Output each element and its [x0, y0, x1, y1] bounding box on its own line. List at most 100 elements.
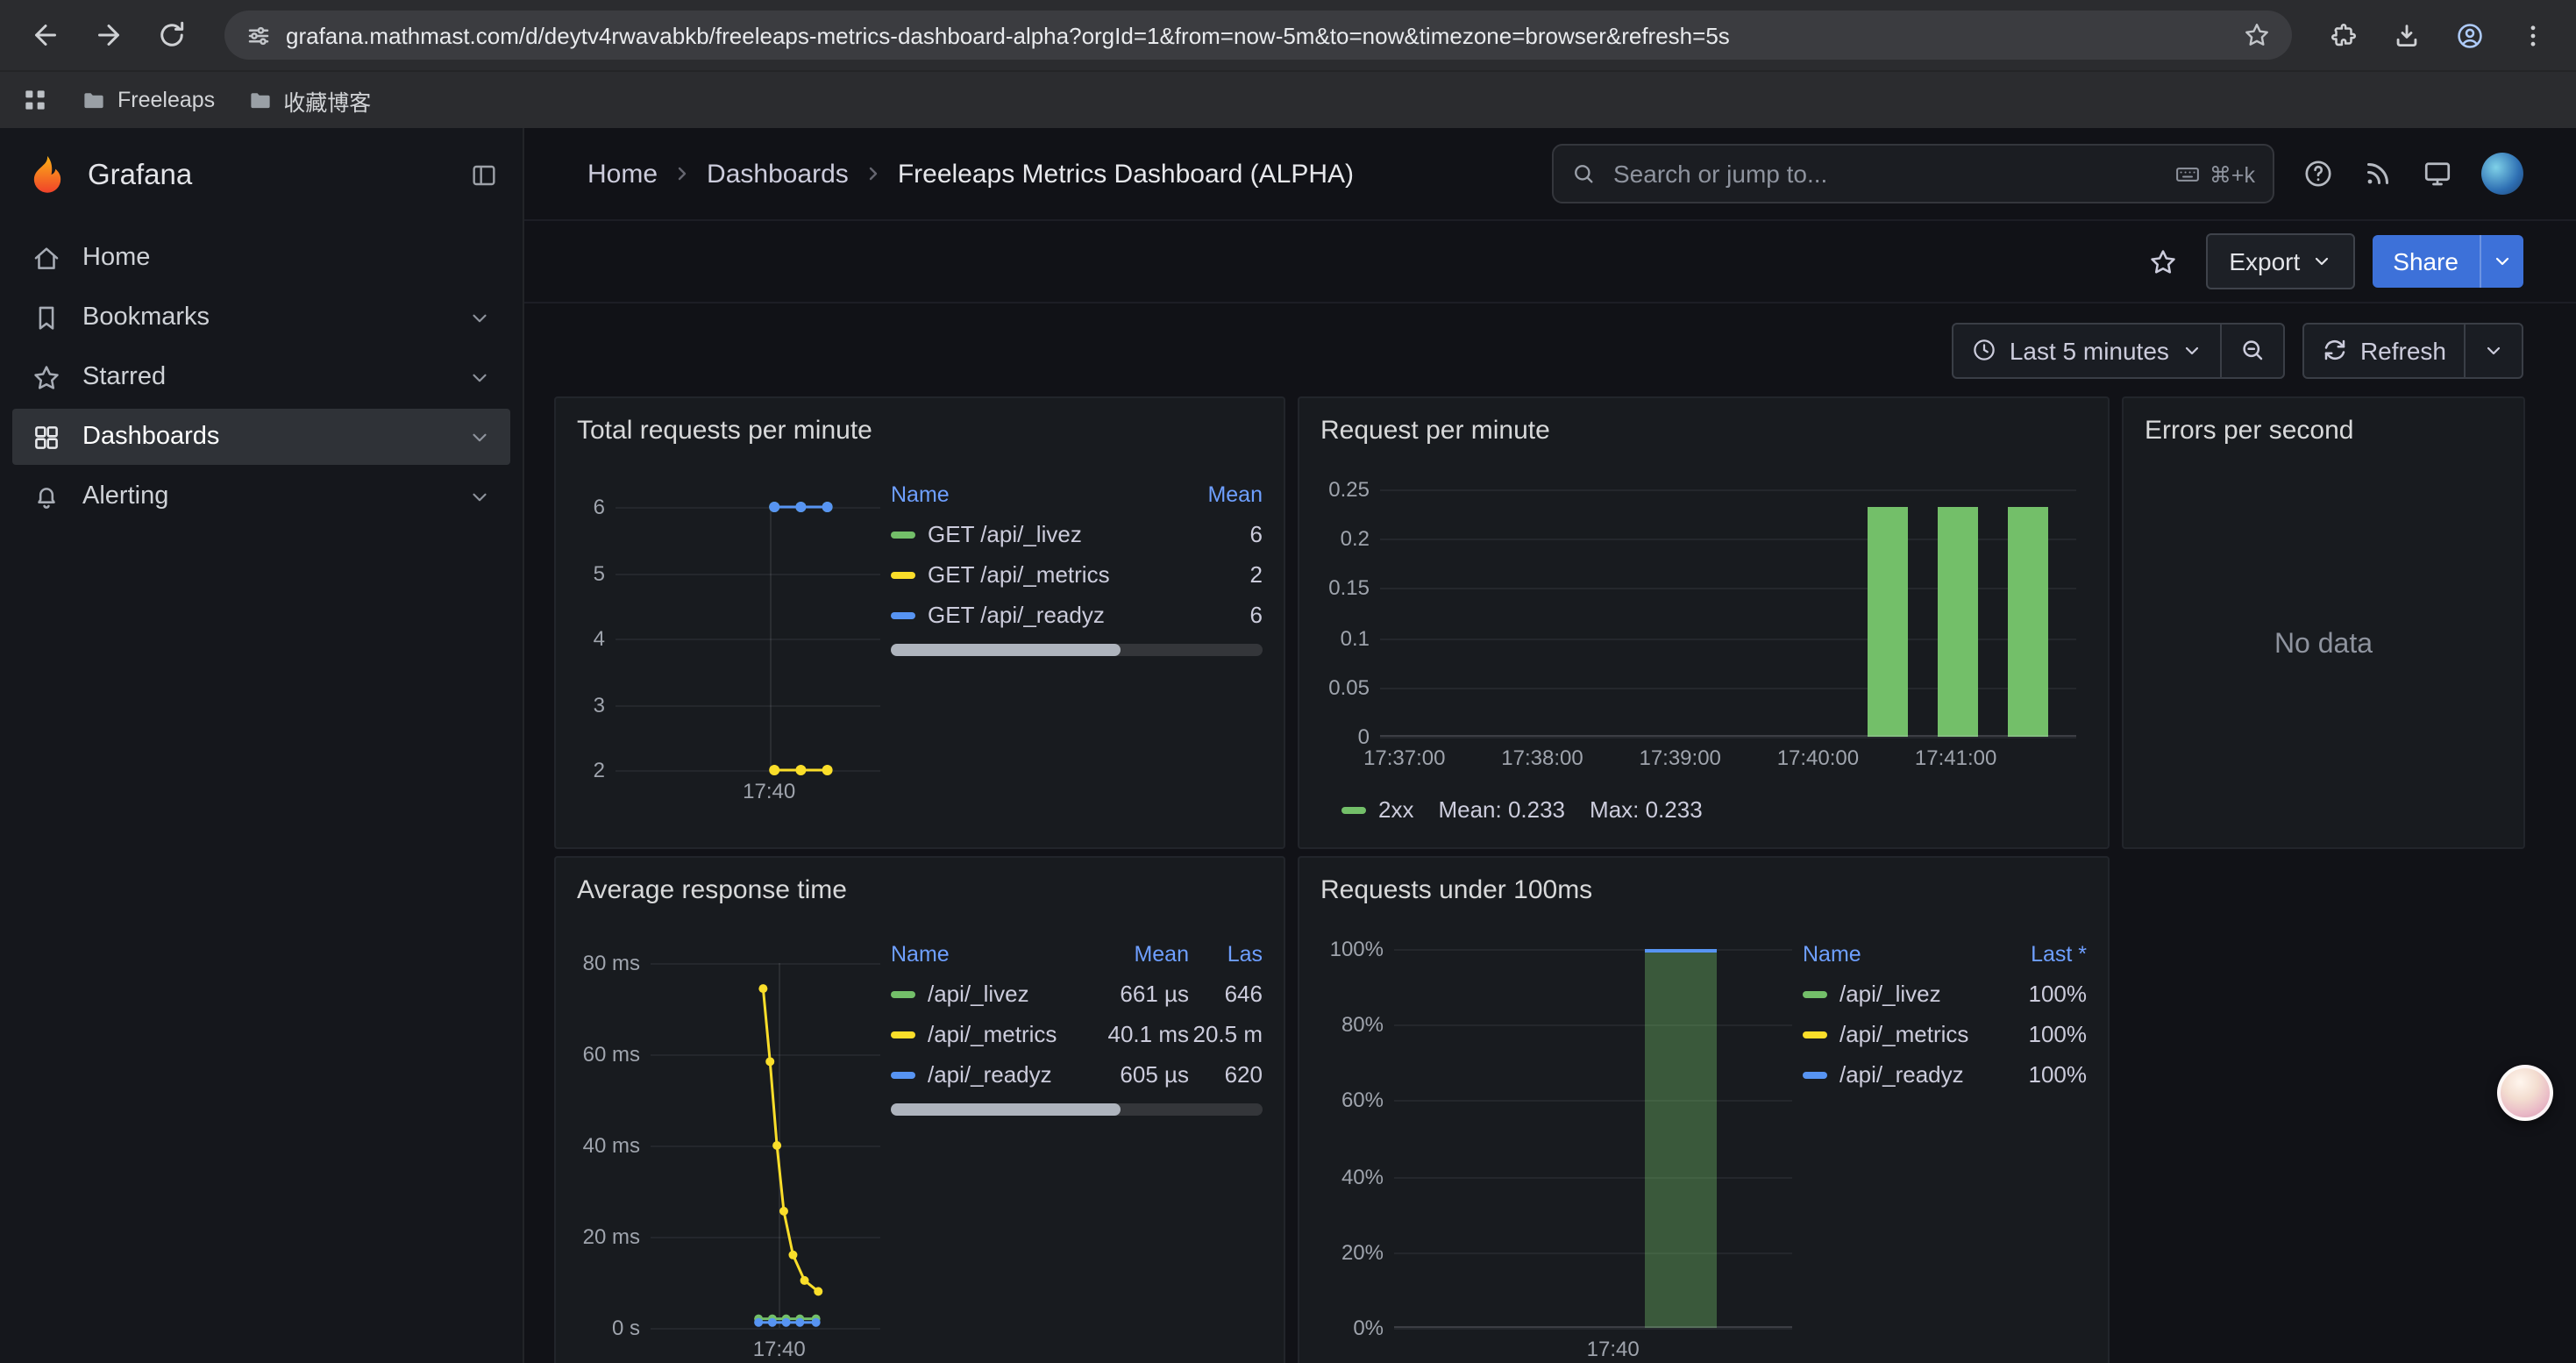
browser-menu-button[interactable] — [2506, 9, 2558, 61]
legend-row[interactable]: /api/_livez 100% — [1803, 974, 2087, 1014]
grafana-logo-icon[interactable] — [25, 153, 70, 198]
y-axis: 65432 — [577, 507, 616, 770]
y-axis: 0.250.20.150.10.050 — [1320, 489, 1380, 737]
chevron-right-icon — [672, 163, 693, 184]
search-input[interactable] — [1610, 158, 2160, 189]
panel-title: Average response time — [577, 872, 1263, 910]
legend-row[interactable]: GET /api/_metrics 2 — [891, 554, 1263, 595]
chevron-down-icon[interactable] — [468, 306, 491, 329]
search-box[interactable]: ⌘+k — [1552, 144, 2274, 203]
legend-row[interactable]: GET /api/_readyz 6 — [891, 595, 1263, 635]
chevron-down-icon[interactable] — [468, 366, 491, 389]
time-range-button[interactable]: Last 5 minutes — [1953, 324, 2220, 376]
breadcrumb-dashboards[interactable]: Dashboards — [707, 159, 849, 189]
dashboard-actions: Export Share — [524, 221, 2576, 303]
apps-grid-icon[interactable] — [21, 86, 49, 114]
zoom-out-button[interactable] — [2220, 324, 2283, 376]
breadcrumb-home[interactable]: Home — [587, 159, 658, 189]
panel-request-per-minute[interactable]: Request per minute 0.250.20.150.10.050 1… — [1298, 396, 2110, 849]
news-rss-icon[interactable] — [2362, 158, 2394, 189]
legend-scrollbar[interactable] — [891, 1103, 1263, 1116]
chevron-down-icon[interactable] — [468, 485, 491, 508]
legend-series[interactable]: 2xx — [1341, 796, 1413, 823]
legend-row[interactable]: /api/_readyz 100% — [1803, 1054, 2087, 1095]
sidebar-item-dashboards[interactable]: Dashboards — [12, 409, 510, 465]
panel-requests-under-100ms[interactable]: Requests under 100ms 100%80%60%40%20%0% … — [1298, 856, 2110, 1363]
sidebar-item-starred[interactable]: Starred — [12, 349, 510, 405]
sidebar-item-home[interactable]: Home — [12, 230, 510, 286]
chevron-down-icon — [2310, 251, 2331, 272]
legend-row[interactable]: /api/_livez 661 µs 646 — [891, 974, 1263, 1014]
legend-table: Name Mean GET /api/_livez 6 GET /api/_me… — [891, 475, 1263, 770]
legend-scrollbar[interactable] — [891, 644, 1263, 656]
search-shortcut: ⌘+k — [2174, 161, 2255, 187]
legend-header: Name Mean Las — [891, 935, 1263, 974]
download-icon — [2391, 20, 2421, 50]
scrollbar-thumb[interactable] — [891, 644, 1121, 656]
sidebar: Grafana Home Bookmarks Starred — [0, 128, 524, 1363]
legend-row[interactable]: /api/_metrics 40.1 ms 20.5 m — [891, 1014, 1263, 1054]
bookmark-folder-blogs[interactable]: 收藏博客 — [246, 83, 371, 117]
back-button[interactable] — [18, 7, 74, 63]
downloads-button[interactable] — [2380, 9, 2432, 61]
time-picker-group: Last 5 minutes — [1952, 322, 2285, 378]
bookmark-folder-freeleaps[interactable]: Freeleaps — [81, 87, 215, 113]
help-icon[interactable] — [2302, 158, 2334, 189]
browser-toolbar: grafana.mathmast.com/d/deytv4rwavabkb/fr… — [0, 0, 2576, 70]
refresh-button[interactable]: Refresh — [2304, 324, 2464, 376]
time-controls: Last 5 minutes Refresh — [524, 303, 2576, 396]
folder-icon — [246, 87, 273, 113]
series-swatch — [891, 571, 915, 578]
extensions-button[interactable] — [2316, 9, 2369, 61]
series-swatch — [891, 990, 915, 997]
sidebar-item-label: Dashboards — [82, 423, 219, 451]
site-info-icon[interactable] — [246, 22, 272, 48]
browser-profile-button[interactable] — [2443, 9, 2495, 61]
legend-max: Max: 0.233 — [1590, 796, 1703, 823]
panel-title: Total requests per minute — [577, 412, 1263, 451]
url-text: grafana.mathmast.com/d/deytv4rwavabkb/fr… — [286, 22, 2229, 48]
refresh-interval-button[interactable] — [2464, 324, 2522, 376]
series-swatch — [891, 1031, 915, 1038]
series-swatch — [1803, 1031, 1827, 1038]
panel-errors-per-second[interactable]: Errors per second No data — [2122, 396, 2525, 849]
bookmark-star-icon[interactable] — [2243, 21, 2271, 49]
url-bar[interactable]: grafana.mathmast.com/d/deytv4rwavabkb/fr… — [224, 11, 2292, 60]
export-button[interactable]: Export — [2206, 233, 2354, 289]
y-axis: 100%80%60%40%20%0% — [1320, 949, 1394, 1328]
panel-title: Errors per second — [2145, 412, 2502, 451]
panel-title: Requests under 100ms — [1320, 872, 2087, 910]
share-button[interactable]: Share — [2372, 235, 2480, 288]
forward-icon — [93, 19, 125, 51]
sidebar-item-label: Starred — [82, 363, 166, 391]
plot-area: 17:40 — [1394, 949, 1792, 1328]
chevron-down-icon[interactable] — [468, 425, 491, 448]
sidebar-item-label: Bookmarks — [82, 303, 210, 332]
legend-row[interactable]: GET /api/_livez 6 — [891, 514, 1263, 554]
refresh-group: Refresh — [2302, 322, 2523, 378]
bell-icon — [32, 482, 61, 511]
legend-row[interactable]: /api/_readyz 605 µs 620 — [891, 1054, 1263, 1095]
legend-header: Name Mean — [891, 475, 1263, 514]
export-label: Export — [2229, 247, 2300, 275]
no-data-message: No data — [2145, 630, 2502, 661]
monitor-icon[interactable] — [2422, 158, 2453, 189]
panel-average-response-time[interactable]: Average response time 80 ms60 ms40 ms20 … — [554, 856, 1285, 1363]
scrollbar-thumb[interactable] — [891, 1103, 1121, 1116]
legend-row[interactable]: /api/_metrics 100% — [1803, 1014, 2087, 1054]
star-icon — [32, 362, 61, 392]
panel-total-requests[interactable]: Total requests per minute 65432 17:40 Na… — [554, 396, 1285, 849]
share-menu-button[interactable] — [2480, 235, 2523, 288]
floating-assistant-avatar[interactable] — [2497, 1065, 2553, 1121]
user-avatar[interactable] — [2481, 153, 2523, 195]
star-dashboard-button[interactable] — [2136, 235, 2188, 288]
series-swatch — [891, 611, 915, 618]
line-chart: 65432 17:40 — [577, 451, 891, 770]
reload-button[interactable] — [144, 7, 200, 63]
forward-button[interactable] — [81, 7, 137, 63]
screen: grafana.mathmast.com/d/deytv4rwavabkb/fr… — [0, 0, 2576, 1363]
series-swatch — [891, 531, 915, 538]
sidebar-item-alerting[interactable]: Alerting — [12, 468, 510, 525]
sidebar-collapse-icon[interactable] — [470, 161, 498, 189]
sidebar-item-bookmarks[interactable]: Bookmarks — [12, 289, 510, 346]
